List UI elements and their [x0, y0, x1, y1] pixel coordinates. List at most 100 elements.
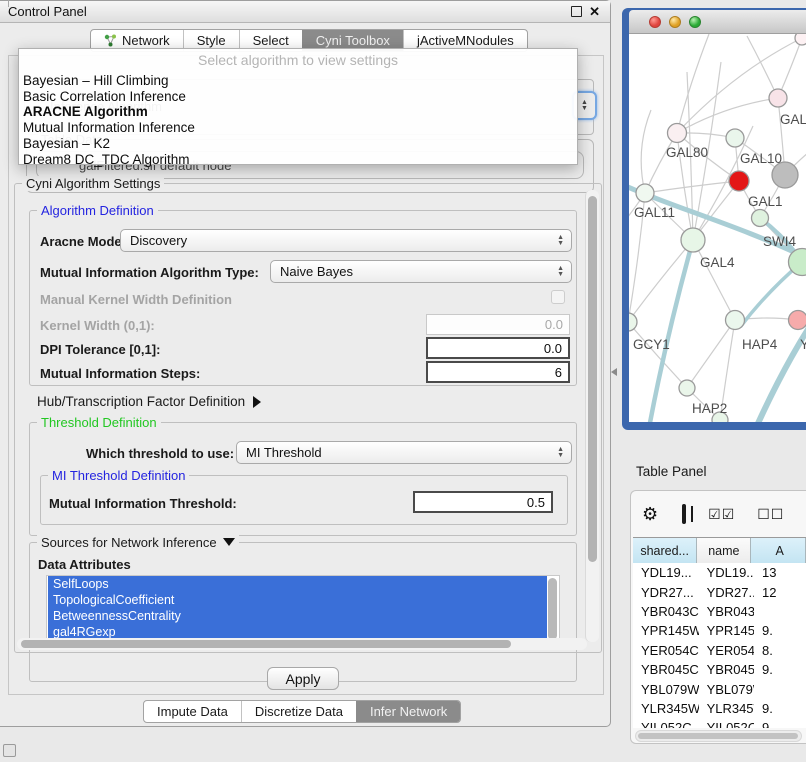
network-edge[interactable] — [693, 240, 735, 320]
floating-button-fragment[interactable] — [3, 744, 16, 757]
minimize-traffic-light-icon[interactable] — [669, 16, 681, 28]
spinner-arrows-icon: ▲▼ — [557, 235, 564, 246]
data-attribute-item[interactable]: SelfLoops — [48, 576, 547, 592]
network-node[interactable] — [679, 380, 695, 396]
algorithm-option[interactable]: Basic Correlation Inference — [23, 89, 573, 105]
table-row[interactable]: YBR045CYBR045C9. — [633, 660, 806, 679]
panel-splitter-handle[interactable] — [611, 368, 617, 376]
table-row[interactable]: YDL19...YDL19...13 — [633, 563, 806, 582]
hub-transcription-expander[interactable]: Hub/Transcription Factor Definition — [37, 394, 261, 409]
sources-title[interactable]: Sources for Network Inference — [37, 535, 239, 550]
network-window-titlebar[interactable] — [629, 10, 806, 34]
kernel-width-label: Kernel Width (0,1): — [40, 318, 155, 333]
table-cell: 9. — [754, 720, 806, 728]
table-panel: ⚙ ☑☑ ☐☐ shared...nameA YDL19...YDL19...1… — [630, 490, 806, 744]
scrollbar-thumb[interactable] — [21, 640, 511, 648]
column-header-A[interactable]: A — [751, 538, 806, 564]
network-edge[interactable] — [687, 320, 735, 388]
table-row[interactable]: YBR043CYBR043C — [633, 602, 806, 621]
dpi-tolerance-field[interactable]: 0.0 — [426, 337, 570, 359]
network-node[interactable] — [629, 313, 637, 331]
table-row[interactable]: YBL079WYBL079W — [633, 679, 806, 698]
network-node[interactable] — [681, 228, 705, 252]
table-cell: YIL052C — [633, 720, 699, 728]
mi-algorithm-type-combobox[interactable]: Naive Bayes ▲▼ — [270, 260, 572, 283]
algorithm-option[interactable]: Bayesian – Hill Climbing — [23, 73, 573, 89]
table-cell: YPR145W — [699, 623, 754, 638]
table-row[interactable]: YLR345WYLR345W9. — [633, 699, 806, 718]
tab-discretize-data[interactable]: Discretize Data — [241, 701, 356, 722]
network-node-label: GAL1 — [748, 194, 783, 209]
network-edge[interactable] — [677, 98, 778, 133]
network-edge[interactable] — [677, 34, 709, 133]
deselect-all-checkboxes-icon[interactable]: ☐☐ — [757, 506, 784, 523]
close-icon[interactable]: ✕ — [589, 7, 600, 16]
scrollbar-thumb[interactable] — [588, 196, 597, 562]
kernel-width-field[interactable]: 0.0 — [426, 314, 570, 335]
mi-steps-field[interactable]: 6 — [426, 361, 570, 383]
table-rows: YDL19...YDL19...13YDR27...YDR27...12YBR0… — [633, 563, 806, 728]
columns-icon[interactable] — [682, 504, 686, 524]
algorithm-list: Bayesian – Hill ClimbingBasic Correlatio… — [23, 73, 573, 167]
apply-button[interactable]: Apply — [267, 667, 339, 690]
scrollbar-thumb[interactable] — [638, 733, 798, 739]
mi-threshold-field[interactable]: 0.5 — [413, 491, 553, 513]
network-node[interactable] — [726, 129, 744, 147]
data-attributes-list: SelfLoopsTopologicalCoefficientBetweenne… — [46, 575, 560, 643]
network-edge[interactable] — [645, 133, 677, 193]
table-cell: YBR043C — [699, 604, 754, 619]
settings-vertical-scrollbar[interactable] — [585, 190, 599, 642]
table-panel-title: Table Panel — [636, 464, 707, 479]
zoom-traffic-light-icon[interactable] — [689, 16, 701, 28]
network-node-label: HAP2 — [692, 401, 727, 416]
settings-horizontal-scrollbar[interactable] — [17, 638, 587, 650]
tab-infer-network[interactable]: Infer Network — [356, 701, 460, 722]
which-threshold-combobox[interactable]: MI Threshold ▲▼ — [236, 441, 572, 464]
table-row[interactable]: YER054CYER054C8. — [633, 641, 806, 660]
network-node[interactable] — [789, 311, 806, 330]
algorithm-option[interactable]: Bayesian – K2 — [23, 136, 573, 152]
list-scrollbar[interactable] — [548, 578, 557, 640]
table-cell: YER054C — [699, 643, 754, 658]
tab-label: Cyni Toolbox — [316, 33, 390, 48]
manual-kernel-width-checkbox[interactable] — [551, 290, 565, 304]
network-node-label: GAL11 — [634, 205, 675, 220]
network-node[interactable] — [752, 210, 769, 227]
network-node[interactable] — [795, 34, 806, 45]
aracne-mode-combobox[interactable]: Discovery ▲▼ — [120, 229, 572, 252]
algorithm-option[interactable]: Mutual Information Inference — [23, 120, 573, 136]
network-edge[interactable] — [778, 38, 802, 98]
table-row[interactable]: YDR27...YDR27...12 — [633, 582, 806, 601]
select-all-checkboxes-icon[interactable]: ☑☑ — [708, 506, 735, 523]
network-edge[interactable] — [747, 36, 778, 98]
algorithm-option[interactable]: Dream8 DC_TDC Algorithm — [23, 152, 573, 168]
column-header-shared[interactable]: shared... — [633, 538, 697, 564]
table-row[interactable]: YIL052CYIL052C9. — [633, 718, 806, 728]
column-header-name[interactable]: name — [697, 538, 751, 564]
network-canvas[interactable]: GALGAL80GAL10GAL1GAL11SWI4GAL4GCY1HAP4YH… — [629, 34, 806, 422]
table-row[interactable]: YPR145WYPR145W9. — [633, 621, 806, 640]
network-node-label: SWI4 — [763, 234, 796, 249]
network-edge[interactable] — [641, 110, 651, 193]
tab-label: Network — [122, 33, 170, 48]
algorithm-option[interactable]: ARACNE Algorithm — [23, 104, 573, 120]
network-node[interactable] — [636, 184, 654, 202]
network-node-label: GAL80 — [666, 145, 708, 160]
algorithm-placeholder-item[interactable]: Select algorithm to view settings — [19, 52, 577, 68]
tab-label: Discretize Data — [255, 704, 343, 719]
spinner-arrows-icon: ▲▼ — [557, 447, 564, 458]
gear-icon[interactable]: ⚙ — [642, 504, 658, 525]
tab-impute-data[interactable]: Impute Data — [144, 701, 241, 722]
table-horizontal-scrollbar[interactable] — [635, 730, 802, 742]
data-attribute-item[interactable]: TopologicalCoefficient — [48, 592, 547, 608]
close-traffic-light-icon[interactable] — [649, 16, 661, 28]
table-cell: YDR27... — [699, 585, 754, 600]
tab-label: Select — [253, 33, 289, 48]
network-node[interactable] — [769, 89, 787, 107]
spinner-arrows-icon: ▲▼ — [557, 266, 564, 277]
network-node[interactable] — [729, 171, 749, 191]
data-attribute-item[interactable]: BetweennessCentrality — [48, 608, 547, 624]
float-window-icon[interactable] — [571, 6, 582, 17]
network-node[interactable] — [726, 311, 745, 330]
network-node[interactable] — [668, 124, 687, 143]
